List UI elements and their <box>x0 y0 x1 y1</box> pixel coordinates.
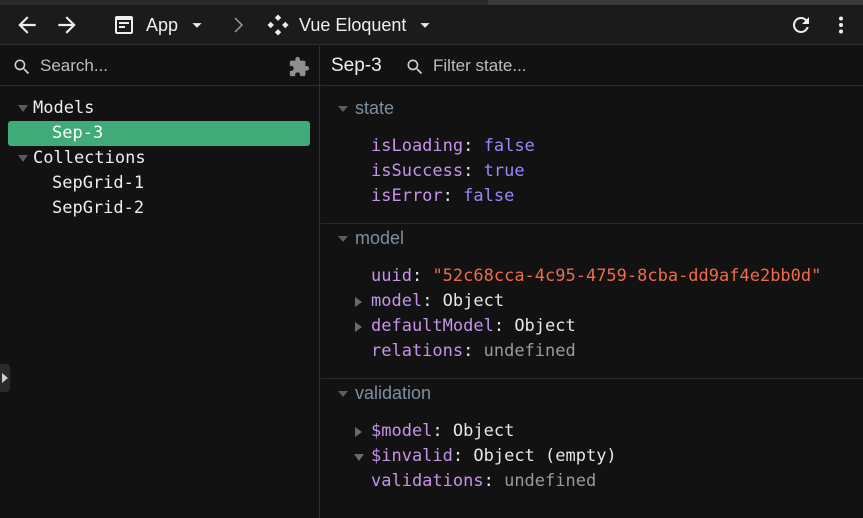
collapse-arrow-icon[interactable] <box>354 454 364 461</box>
app-window-icon <box>115 16 133 34</box>
back-button[interactable] <box>14 5 40 45</box>
more-vertical-icon <box>839 16 843 34</box>
tree-node-collections[interactable]: Collections <box>0 146 320 171</box>
state-key: $invalid <box>371 446 453 466</box>
inspected-component-name: Sep-3 <box>331 55 382 76</box>
tree-node-label: SepGrid-1 <box>52 173 145 193</box>
expand-arrow-icon[interactable] <box>355 322 362 332</box>
plugin-selector[interactable]: Vue Eloquent <box>266 5 436 45</box>
collapse-caret-icon <box>338 236 348 242</box>
state-key: defaultModel <box>371 316 494 336</box>
state-row[interactable]: model: Object <box>321 289 863 314</box>
state-row[interactable]: isSuccess: true <box>321 159 863 184</box>
section-title: validation <box>355 383 432 403</box>
state-value: Object <box>514 316 576 336</box>
pane-collapse-handle[interactable] <box>0 364 10 392</box>
app-selector-label: App <box>146 14 179 35</box>
section-title: model <box>355 228 405 248</box>
section-state: state isLoading: false isSuccess: true i… <box>321 94 863 224</box>
section-header[interactable]: validation <box>321 379 863 407</box>
state-row[interactable]: isLoading: false <box>321 134 863 159</box>
state-key: model <box>371 291 423 311</box>
inspector-header: Sep-3 <box>321 46 863 86</box>
state-value: Object <box>452 421 515 441</box>
expand-arrow-icon[interactable] <box>355 427 362 437</box>
tree-node-label: Sep-3 <box>52 123 104 143</box>
tree-node-sepgrid-1[interactable]: SepGrid-1 <box>0 171 320 196</box>
arrow-left-icon <box>18 16 36 34</box>
state-key: isError <box>371 186 443 206</box>
devtools-toolbar: App Vue Eloquent <box>0 5 863 45</box>
breadcrumb-separator <box>232 5 246 45</box>
tree-node-label: Models <box>33 98 95 118</box>
section-validation: validation $model: Object $invalid: Obje… <box>321 379 863 518</box>
chevron-down-icon <box>420 23 431 28</box>
section-title: state <box>355 98 395 118</box>
filter-state-input[interactable] <box>433 54 733 78</box>
section-header[interactable]: model <box>321 224 863 252</box>
tree-node-label: SepGrid-2 <box>52 198 145 218</box>
state-key: validations <box>371 471 484 491</box>
collapse-caret-icon <box>338 106 348 112</box>
search-icon <box>407 59 423 75</box>
plugin-diamond-icon <box>267 14 289 36</box>
search-icon <box>14 59 30 75</box>
app-selector[interactable]: App <box>112 5 208 45</box>
tree-search-bar <box>0 46 320 86</box>
component-tree-pane: Models Sep-3 Collections SepGrid-1 SepGr… <box>0 46 320 518</box>
section-header[interactable]: state <box>321 94 863 122</box>
collapse-arrow-icon[interactable] <box>18 155 28 162</box>
expand-arrow-icon[interactable] <box>355 297 362 307</box>
collapse-arrow-icon[interactable] <box>18 105 28 112</box>
state-value[interactable]: true <box>484 161 525 181</box>
state-row[interactable]: validations: undefined <box>321 469 863 494</box>
state-inspector-pane: Sep-3 state isLoading: false isSuccess: … <box>321 46 863 518</box>
refresh-icon <box>792 16 809 33</box>
state-row[interactable]: isError: false <box>321 184 863 209</box>
state-row[interactable]: defaultModel: Object <box>321 314 863 339</box>
state-key: uuid <box>371 266 412 286</box>
arrow-right-icon <box>58 16 76 34</box>
section-model: model uuid: "52c68cca-4c95-4759-8cba-dd9… <box>321 224 863 379</box>
state-value[interactable]: "52c68cca-4c95-4759-8cba-dd9af4e2bb0d" <box>432 266 821 286</box>
tree-node-models[interactable]: Models <box>0 96 320 121</box>
state-row[interactable]: $invalid: Object (empty) <box>321 444 863 469</box>
state-value: Object <box>442 291 505 311</box>
state-value: Object (empty) <box>473 446 617 466</box>
expand-right-icon <box>2 373 8 383</box>
state-key: $model <box>371 421 433 441</box>
refresh-button[interactable] <box>789 5 813 45</box>
state-key: isSuccess <box>371 161 464 181</box>
more-options-button[interactable] <box>829 5 853 45</box>
chevron-right-icon <box>234 17 244 33</box>
state-row[interactable]: $model: Object <box>321 419 863 444</box>
state-row[interactable]: relations: undefined <box>321 339 863 364</box>
forward-button[interactable] <box>54 5 80 45</box>
state-value: undefined <box>504 471 597 491</box>
state-key: isLoading <box>371 136 464 156</box>
collapse-caret-icon <box>338 391 348 397</box>
state-value[interactable]: false <box>463 186 514 206</box>
state-row[interactable]: uuid: "52c68cca-4c95-4759-8cba-dd9af4e2b… <box>321 264 863 289</box>
tree-node-label: Collections <box>33 148 146 168</box>
puzzle-icon[interactable] <box>288 56 310 78</box>
plugin-selector-label: Vue Eloquent <box>299 14 407 35</box>
state-value[interactable]: false <box>484 136 535 156</box>
state-key: relations <box>371 341 464 361</box>
tree-node-sep-3[interactable]: Sep-3 <box>0 121 320 146</box>
state-value: undefined <box>483 341 576 361</box>
tree-node-sepgrid-2[interactable]: SepGrid-2 <box>0 196 320 221</box>
tree-search-input[interactable] <box>40 54 270 78</box>
chevron-down-icon <box>192 23 202 28</box>
